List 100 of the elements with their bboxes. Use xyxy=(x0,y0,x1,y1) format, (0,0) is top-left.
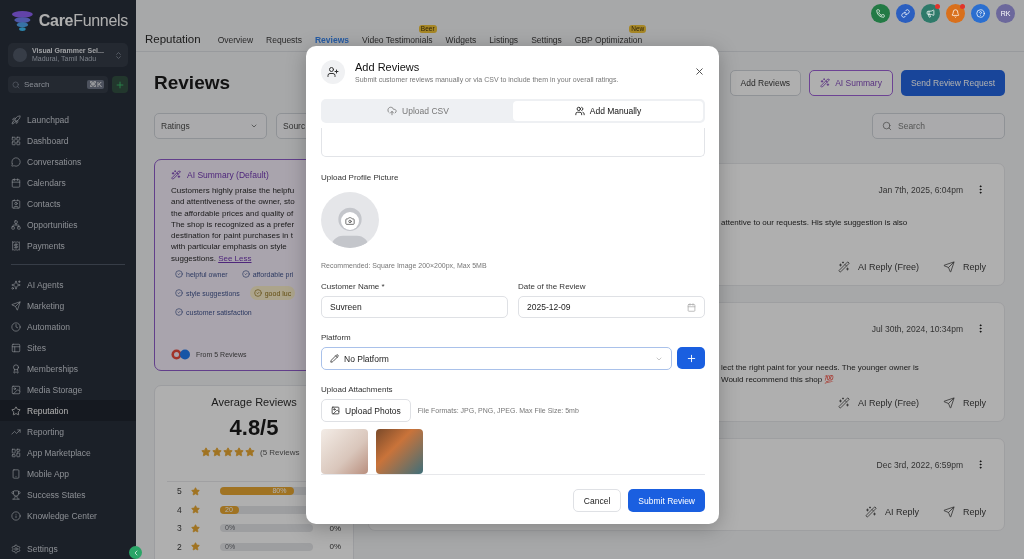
topbar-button[interactable] xyxy=(971,4,990,23)
star-icon xyxy=(223,447,233,457)
nav-tab[interactable]: Requests xyxy=(266,35,302,45)
check-icon xyxy=(175,289,183,298)
link-icon xyxy=(901,9,910,18)
reply-button[interactable]: Reply xyxy=(943,506,986,518)
review-date: Jul 30th, 2024, 10:34pm xyxy=(871,323,963,334)
nav-tab[interactable]: Overview xyxy=(217,35,254,45)
search-field[interactable]: Search xyxy=(872,113,1005,139)
ai-reply-button[interactable]: AI Reply xyxy=(864,506,919,518)
date-field[interactable]: 2025-12-09 xyxy=(518,296,705,318)
sidebar-item[interactable]: Launchpad xyxy=(0,109,136,130)
nav-tab[interactable]: GBP Optimization xyxy=(574,35,643,45)
sidebar-item[interactable]: Reputation xyxy=(0,400,136,421)
mode-tab[interactable]: Add Manually xyxy=(513,101,703,122)
cloud-upload-icon xyxy=(387,106,398,117)
summary-title: AI Summary (Default) xyxy=(187,170,269,180)
close-icon xyxy=(694,66,705,77)
chevron-icon xyxy=(250,122,258,130)
help-icon xyxy=(976,9,985,18)
sidebar-item[interactable]: Dashboard xyxy=(0,130,136,151)
nav-icon xyxy=(11,384,21,395)
platform-select[interactable]: No Platform xyxy=(321,347,672,370)
nav-tab[interactable]: Reviews xyxy=(315,35,349,45)
review-date: Dec 3rd, 2022, 6:59pm xyxy=(876,459,963,470)
action-button[interactable]: AI Summary xyxy=(809,70,893,96)
nav-tab[interactable]: Listings xyxy=(489,35,519,45)
search-icon xyxy=(882,121,892,131)
star-icon xyxy=(212,447,222,457)
sidebar-item[interactable]: Calendars xyxy=(0,172,136,193)
rating-percent: 0% xyxy=(328,542,341,552)
dialog-title: Add Reviews xyxy=(355,61,421,73)
nav-tab[interactable]: Widgets xyxy=(445,35,477,45)
nav-icon xyxy=(11,426,21,437)
sidebar-item[interactable]: Automation xyxy=(0,316,136,337)
cancel-button[interactable]: Cancel xyxy=(572,489,622,512)
sidebar-item[interactable]: Mobile App xyxy=(0,463,136,484)
rating-label: 2 xyxy=(177,541,183,552)
phone-icon xyxy=(876,9,885,18)
nav-icon xyxy=(11,198,21,209)
sidebar-item[interactable]: Media Storage xyxy=(0,379,136,400)
nav-icon xyxy=(11,321,21,332)
action-button[interactable]: Send Review Request xyxy=(900,70,1005,96)
ai-reply-button[interactable]: AI Reply (Free) xyxy=(837,397,919,409)
sidebar-item[interactable]: Conversations xyxy=(0,151,136,172)
settings-icon xyxy=(11,543,21,554)
section-title: Reputation xyxy=(145,33,201,45)
page-title: Reviews xyxy=(154,72,231,94)
profile-picture-upload[interactable] xyxy=(321,192,379,248)
mode-tab[interactable]: Upload CSV xyxy=(323,101,513,122)
calendar-icon xyxy=(687,302,696,312)
close-button[interactable] xyxy=(694,66,705,77)
reply-button[interactable]: Reply xyxy=(943,397,986,409)
reply-button[interactable]: Reply xyxy=(943,261,986,273)
field-label: Upload Profile Picture xyxy=(321,173,400,183)
logo-text: CareFunnels xyxy=(38,12,128,30)
add-button[interactable] xyxy=(112,76,128,93)
topbar-button[interactable] xyxy=(946,4,965,23)
average-title: Average Reviews xyxy=(211,396,297,408)
sidebar-item[interactable]: AI Agents xyxy=(0,274,136,295)
sidebar-item[interactable]: Opportunities xyxy=(0,214,136,235)
wand-icon xyxy=(820,78,831,88)
field-label: Date of the Review xyxy=(518,282,587,291)
nav-tab[interactable]: Settings xyxy=(531,35,562,45)
sidebar-item[interactable]: Reporting xyxy=(0,421,136,442)
sidebar-item[interactable]: Marketing xyxy=(0,295,136,316)
wand-icon xyxy=(864,506,877,518)
nav-icon xyxy=(11,156,21,167)
see-less-link[interactable]: See Less xyxy=(218,253,252,263)
input-field[interactable]: Suvreen xyxy=(321,296,508,318)
review-text: attentive to our requests. His style suggestion is also xyxy=(721,217,909,229)
add-platform-button[interactable] xyxy=(677,347,705,369)
ai-reply-button[interactable]: AI Reply (Free) xyxy=(837,261,919,273)
rating-label: 3 xyxy=(177,523,183,534)
sidebar-item[interactable]: App Marketplace xyxy=(0,442,136,463)
nav-icon xyxy=(11,510,21,521)
sidebar-item[interactable]: Sites xyxy=(0,337,136,358)
upload-photos-button[interactable]: Upload Photos xyxy=(321,399,411,422)
filter-select[interactable]: Ratings xyxy=(154,113,267,139)
sidebar-item[interactable]: Memberships xyxy=(0,358,136,379)
topbar-button[interactable] xyxy=(871,4,890,23)
sidebar-item[interactable]: Contacts xyxy=(0,193,136,214)
wand-icon xyxy=(837,261,850,273)
star-icon xyxy=(245,447,255,457)
nav-tab[interactable]: Video Testimonials xyxy=(362,35,433,45)
topbar-button[interactable] xyxy=(921,4,940,23)
sidebar-item[interactable]: Success States xyxy=(0,484,136,505)
submit-button[interactable]: Submit Review xyxy=(628,489,705,512)
photo-placeholder xyxy=(321,429,368,474)
notification-dot xyxy=(960,4,965,9)
action-button[interactable]: Add Reviews xyxy=(729,70,802,96)
star-icon xyxy=(234,447,244,457)
sidebar-item[interactable]: Knowledge Center xyxy=(0,505,136,526)
topbar-button[interactable] xyxy=(896,4,915,23)
sidebar-item[interactable]: Payments xyxy=(0,235,136,256)
review-count: (5 Reviews xyxy=(260,447,300,457)
plus-icon xyxy=(685,352,697,364)
review-text-field[interactable] xyxy=(321,128,705,158)
nav-icon xyxy=(11,300,21,311)
nav-icon xyxy=(11,363,21,374)
